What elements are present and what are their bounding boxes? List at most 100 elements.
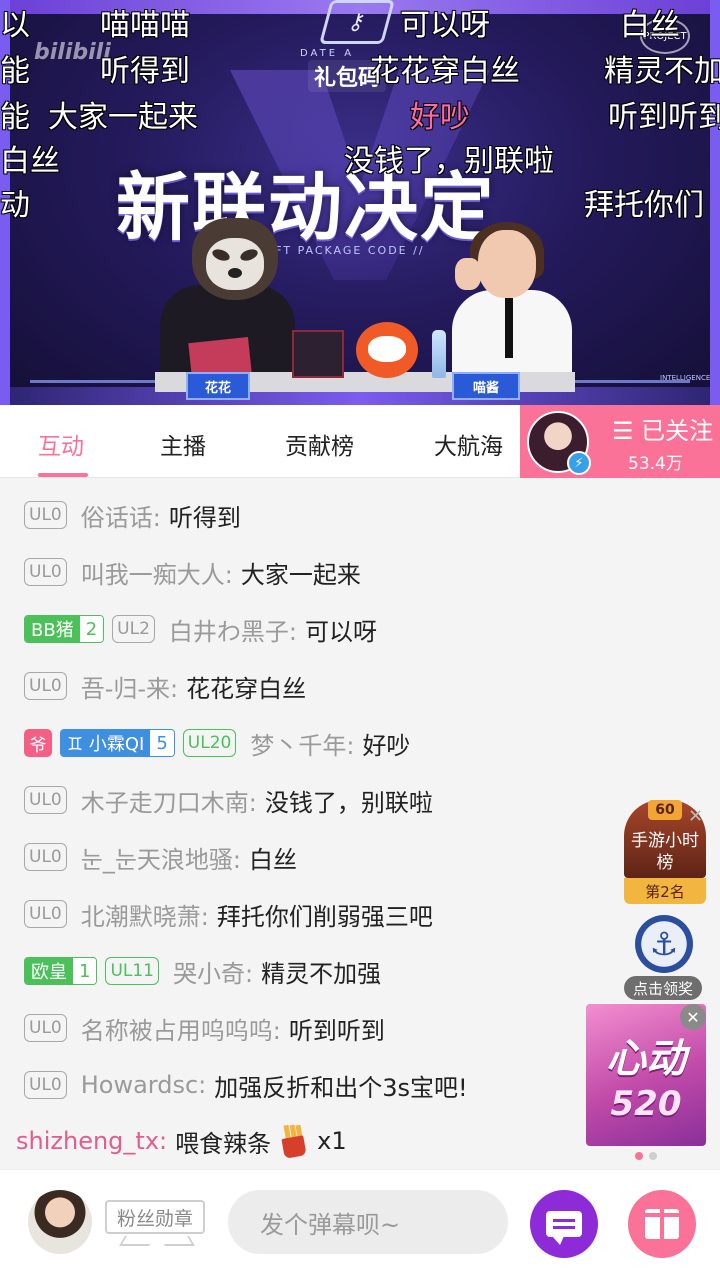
red-panda-mask-face (206, 238, 264, 290)
promo-title: 心动 (606, 1036, 686, 1082)
chat-username[interactable]: 北潮默晓萧: (81, 897, 209, 932)
tab-contribution[interactable]: 贡献榜 (285, 427, 354, 461)
chat-username[interactable]: 梦丶千年: (250, 726, 354, 761)
chat-username[interactable]: 俗话话: (81, 498, 161, 533)
chat-message[interactable]: BB猪 2 UL2 白井わ黑子: 可以呀 (24, 612, 377, 646)
fan-medal[interactable]: BB猪 2 (24, 615, 105, 643)
active-tab-indicator (38, 473, 88, 477)
danmaku-item: 好吵 (410, 100, 470, 135)
chat-username[interactable]: 名称被占用呜呜呜: (81, 1011, 281, 1046)
chat-message[interactable]: UL0 吾-归-来: 花花穿白丝 (24, 669, 306, 703)
close-icon[interactable]: ✕ (680, 1004, 706, 1030)
chat-username[interactable]: 吾-归-来: (81, 669, 178, 704)
chat-message[interactable]: UL0 Howardsc: 加强反折和出个3s宝吧! (24, 1068, 468, 1102)
danmaku-item: 精灵不加 (604, 54, 720, 89)
medal-ribbon (119, 1236, 155, 1246)
figure-box (292, 330, 344, 378)
danmaku-item: 以 (0, 8, 30, 43)
danmaku-item: 听得到 (100, 54, 190, 89)
user-level-badge: UL0 (24, 1071, 67, 1099)
chat-bubble-icon (546, 1211, 582, 1245)
chat-message[interactable]: UL0 눈_눈天浪地骚: 白丝 (24, 840, 297, 874)
vip-badge: 爷 (24, 729, 52, 757)
danmaku-input[interactable]: 发个弹幕呗~ (228, 1190, 508, 1254)
close-icon[interactable]: ✕ (688, 806, 703, 827)
rank-place: 第2名 (624, 878, 706, 904)
anchor-icon: ⚓ (635, 915, 693, 973)
chat-message[interactable]: UL0 俗话话: 听得到 (24, 498, 241, 532)
user-avatar[interactable] (28, 1190, 92, 1254)
danmaku-item: 听到听到 (608, 100, 720, 135)
reward-widget[interactable]: ⚓ (628, 915, 700, 973)
fan-medal-button[interactable]: 粉丝勋章 (105, 1200, 205, 1234)
gift-message[interactable]: shizheng_tx: 喂食辣条 x1 (16, 1124, 347, 1159)
danmaku-item: 白丝 (620, 8, 680, 43)
chat-text: 可以呀 (304, 617, 377, 646)
chat-text: 花花穿白丝 (186, 674, 307, 703)
user-level-badge: UL11 (105, 957, 159, 985)
user-level-badge: UL0 (24, 672, 67, 700)
danmaku-item: 能 (0, 54, 30, 89)
gift-button[interactable] (628, 1190, 696, 1258)
claim-reward-label[interactable]: 点击领奖 (624, 976, 702, 1000)
plush-toy-face (368, 336, 406, 362)
lightning-icon: ⚡ (567, 451, 591, 475)
chat-username[interactable]: 木子走刀口木南: (81, 783, 257, 818)
tab-interact[interactable]: 互动 (38, 427, 84, 461)
chat-text: 白丝 (248, 845, 297, 874)
chat-message[interactable]: 欧皇 1 UL11 哭小奇: 精灵不加强 (24, 954, 381, 988)
danmaku-item: 花花穿白丝 (370, 54, 520, 89)
danmaku-item: 没钱了，别联啦 (344, 144, 554, 179)
intelligence-text: INTELLIGENCE (660, 374, 711, 382)
medal-ribbon (159, 1236, 195, 1246)
user-level-badge: UL0 (24, 786, 67, 814)
nameplate-right: 喵酱 (452, 372, 520, 400)
follower-count: 53.4万 (628, 454, 683, 474)
rank-badge: 60 (648, 800, 682, 820)
chat-username[interactable]: Howardsc: (81, 1071, 207, 1099)
chat-text: 听到听到 (288, 1016, 385, 1045)
user-level-badge: UL0 (24, 558, 67, 586)
danmaku-item: 可以呀 (400, 8, 490, 43)
chat-username[interactable]: 叫我一痴大人: (81, 555, 233, 590)
fan-medal[interactable]: ♊ 小霖QI 5 (60, 729, 175, 757)
danmaku-item: 大家一起来 (48, 100, 198, 135)
chat-message[interactable]: UL0 木子走刀口木南: 没钱了，别联啦 (24, 783, 433, 817)
chat-text: 加强反折和出个3s宝吧! (214, 1073, 468, 1102)
danmaku-item: 白丝 (0, 144, 60, 179)
carousel-dot[interactable] (649, 1152, 657, 1160)
water-bottle (432, 330, 446, 378)
chat-username[interactable]: 哭小奇: (173, 954, 253, 989)
chat-username[interactable]: 눈_눈天浪地骚: (81, 840, 241, 875)
chat-message[interactable]: 爷 ♊ 小霖QI 5 UL20 梦丶千年: 好吵 (24, 726, 410, 760)
chat-username[interactable]: 白井わ黑子: (169, 612, 297, 647)
waving-hand (455, 258, 481, 290)
gift-count: x1 (317, 1127, 347, 1155)
user-level-badge: UL20 (182, 729, 237, 757)
user-level-badge: UL2 (112, 615, 155, 643)
tab-streamer[interactable]: 主播 (160, 427, 206, 461)
danmaku-item: 动 (0, 188, 30, 223)
date-text: DATE A (300, 48, 355, 59)
chat-message[interactable]: UL0 名称被占用呜呜呜: 听到听到 (24, 1011, 385, 1045)
user-level-badge: UL0 (24, 501, 67, 529)
gift-action: 喂食辣条 (175, 1129, 272, 1158)
spicy-strip-icon (279, 1124, 309, 1159)
follow-status[interactable]: ☰ 已关注 (612, 411, 713, 446)
chat-text: 精灵不加强 (261, 959, 382, 988)
carousel-dot-active[interactable] (635, 1152, 643, 1160)
chat-text: 大家一起来 (240, 560, 361, 589)
chat-text: 好吵 (362, 731, 411, 760)
chat-message[interactable]: UL0 北潮默晓萧: 拜托你们削弱强三吧 (24, 897, 433, 931)
video-player[interactable]: ⚷ DATE A bilibili PROJECT 礼包码 新联动决定 IFT … (0, 0, 720, 405)
danmaku-item: 拜托你们 (584, 188, 704, 223)
danmaku-style-button[interactable] (530, 1190, 598, 1258)
fan-medal-level: 1 (73, 958, 97, 984)
chat-message[interactable]: UL0 叫我一痴大人: 大家一起来 (24, 555, 361, 589)
gift-sender[interactable]: shizheng_tx: (16, 1127, 167, 1155)
promo-subtitle: 520 (610, 1084, 682, 1124)
fan-medal-name: BB猪 (25, 616, 80, 642)
tab-guard[interactable]: 大航海 (434, 427, 503, 461)
fan-medal[interactable]: 欧皇 1 (24, 957, 98, 985)
tie (505, 298, 513, 358)
